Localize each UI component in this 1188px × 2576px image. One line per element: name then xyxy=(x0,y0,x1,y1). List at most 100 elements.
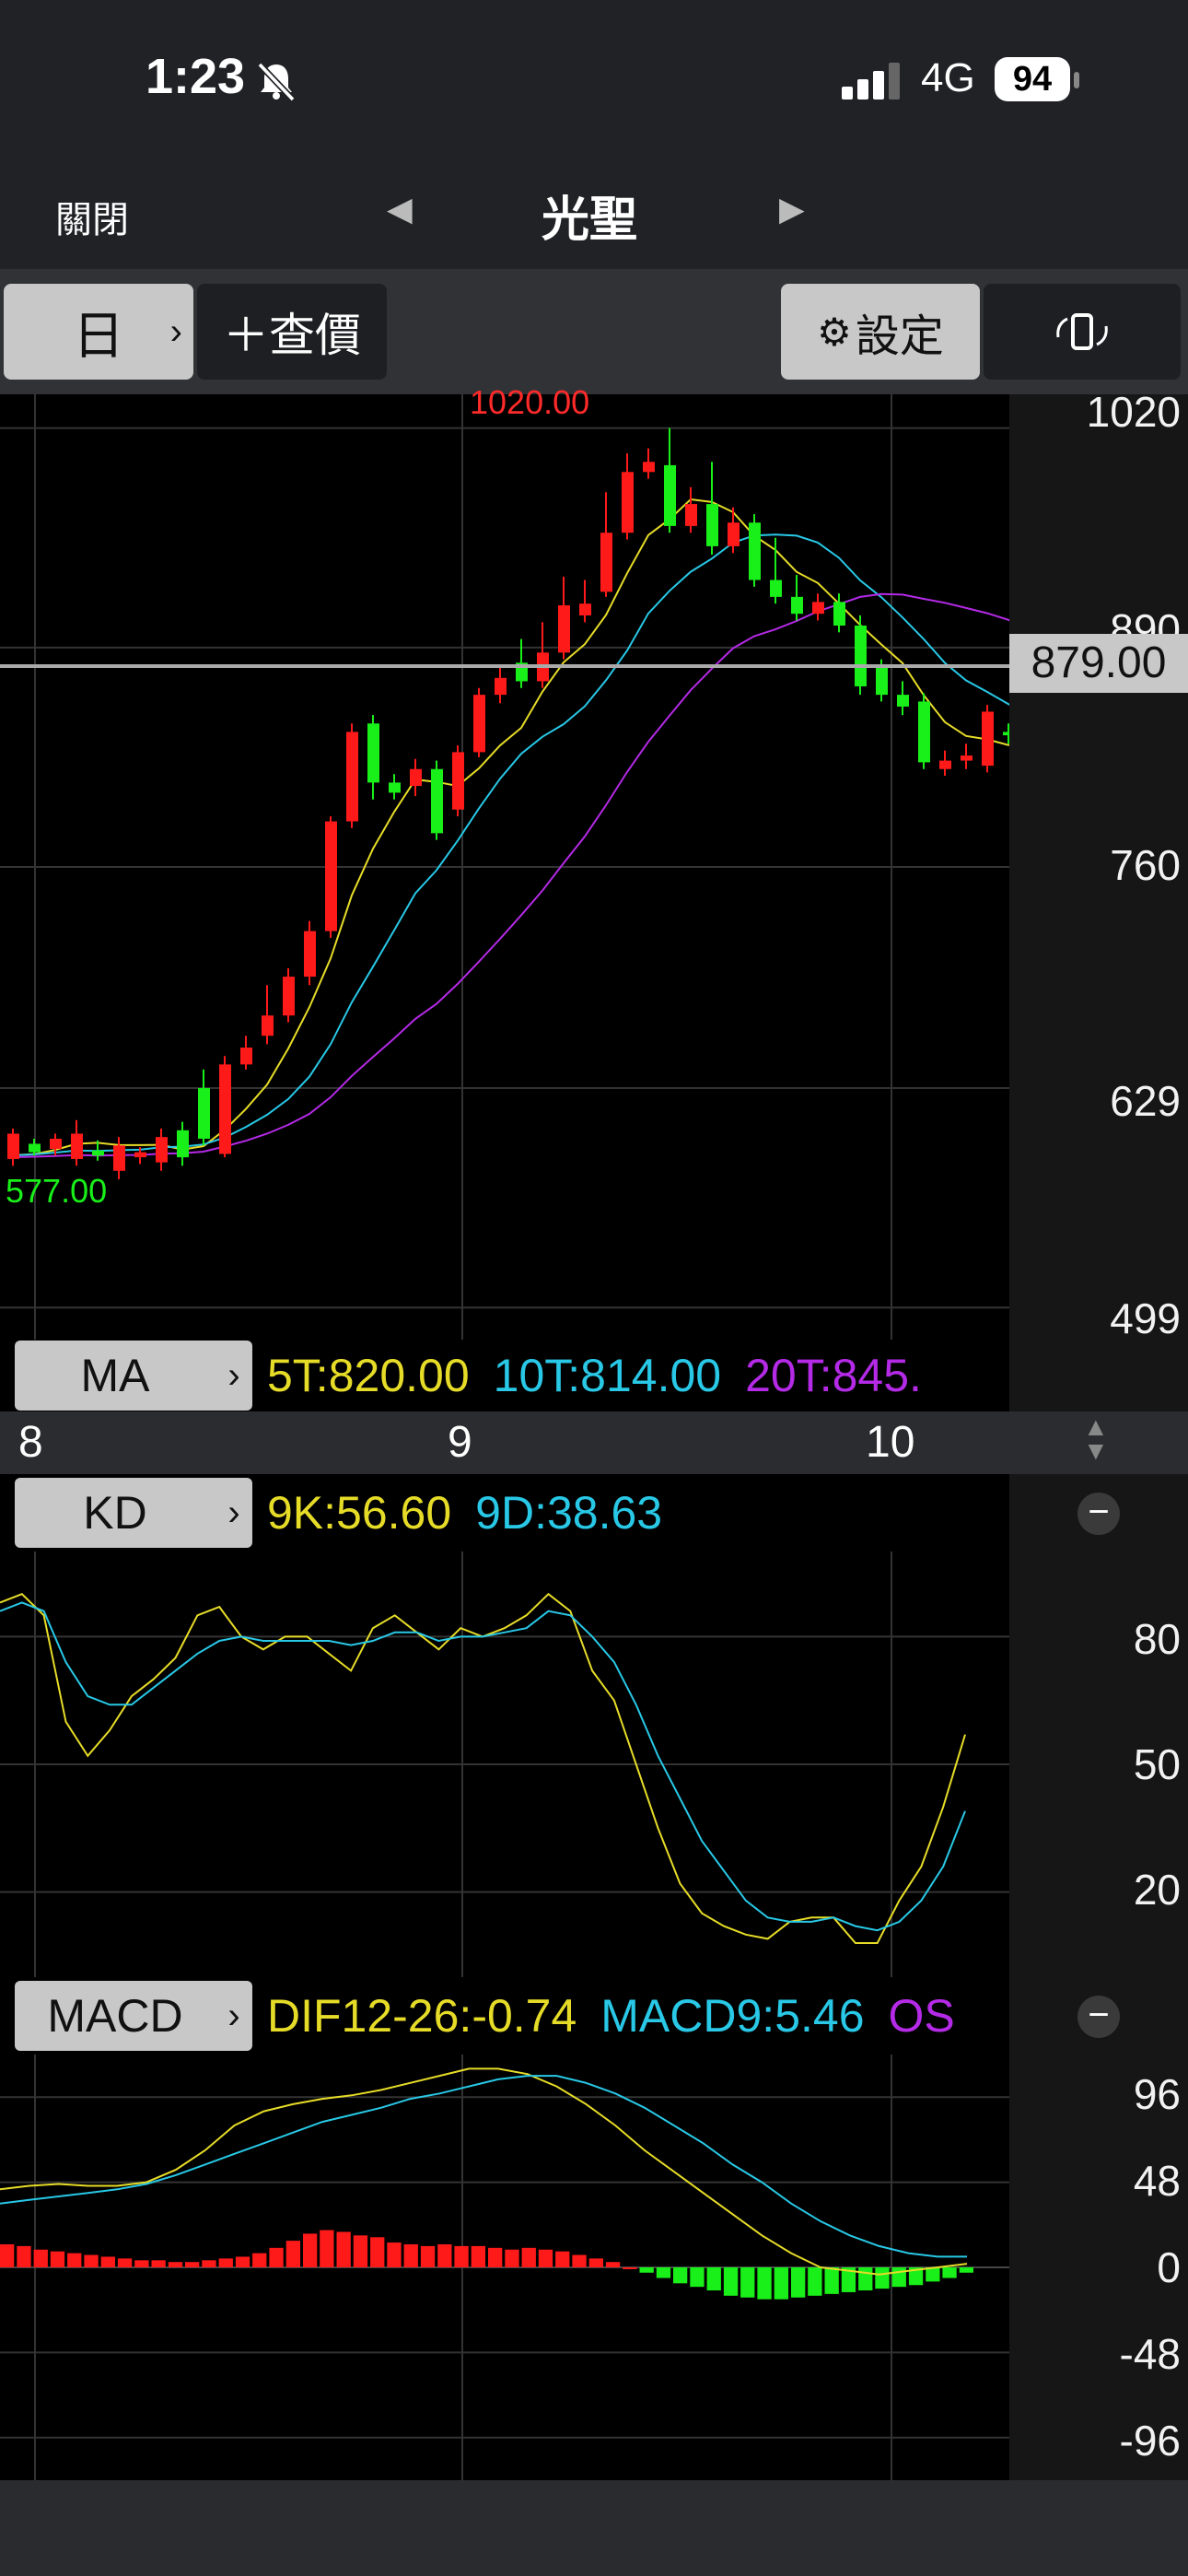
candle-body xyxy=(770,580,782,597)
price-axis-tick: 629 xyxy=(1110,1077,1181,1125)
macd-values-row: DIF12-26:-0.74 MACD9:5.46 OS xyxy=(267,1980,1009,2052)
osc-bar xyxy=(185,2262,200,2267)
macd-chart[interactable] xyxy=(0,2055,1009,2480)
current-price-tag: 879.00 xyxy=(1009,634,1188,693)
kd-collapse-button[interactable]: − xyxy=(1077,1493,1120,1535)
candle-body xyxy=(876,667,888,696)
osc-bar xyxy=(723,2267,739,2296)
macd-collapse-button[interactable]: − xyxy=(1077,1996,1120,2038)
macd-chip-label: MACD xyxy=(47,1990,183,2042)
candle-body xyxy=(791,596,803,615)
dif-line xyxy=(0,2067,968,2276)
gear-icon: ⚙ xyxy=(817,310,852,354)
rotate-phone-icon xyxy=(1056,313,1108,350)
osc-bar xyxy=(353,2235,368,2267)
chevron-right-icon: › xyxy=(169,310,182,352)
osc-bar xyxy=(336,2231,351,2267)
period-button[interactable]: 日 › xyxy=(4,284,193,380)
candle-body xyxy=(50,1138,62,1149)
osc-bar xyxy=(303,2233,318,2267)
kd-values-row: 9K:56.60 9D:38.63 xyxy=(267,1477,1009,1549)
osc-bar xyxy=(403,2243,418,2267)
candle-body xyxy=(198,1088,210,1139)
kd-d-value: 9D:38.63 xyxy=(475,1487,663,1539)
osc-bar xyxy=(100,2256,115,2267)
minus-icon: − xyxy=(1088,1995,1110,2035)
osc-bar xyxy=(808,2267,822,2296)
osc-bar xyxy=(959,2267,973,2273)
toolbar: 日 › ＋查價 ⚙ 設定 xyxy=(0,269,1188,394)
osc-bar xyxy=(67,2253,82,2267)
osc-bar xyxy=(875,2267,890,2289)
macd-indicator-button[interactable]: MACD › xyxy=(15,1981,252,2051)
candle-body xyxy=(643,462,655,473)
candle-body xyxy=(346,732,358,822)
kd-indicator-button[interactable]: KD › xyxy=(15,1478,252,1548)
osc-bar xyxy=(387,2242,402,2267)
candle-body xyxy=(833,602,845,626)
macd-axis-tick: -48 xyxy=(1119,2330,1181,2378)
candle-body xyxy=(982,711,994,767)
candle-body xyxy=(367,723,379,783)
osc-bar xyxy=(218,2258,233,2267)
rotate-screen-button[interactable] xyxy=(984,284,1181,380)
minus-icon: − xyxy=(1088,1492,1110,1532)
kd-d-line xyxy=(0,1601,966,1932)
candle-body xyxy=(622,472,634,533)
osc-bar xyxy=(639,2267,654,2273)
osc-bar xyxy=(320,2230,334,2267)
low-price-label: 577.00 xyxy=(6,1172,108,1210)
price-chart[interactable] xyxy=(0,394,1009,1340)
candle-body xyxy=(240,1048,252,1065)
ma20-value: 20T:845. xyxy=(745,1350,922,1401)
macd-dif-value: DIF12-26:-0.74 xyxy=(267,1990,577,2042)
candle-body xyxy=(495,677,507,696)
ma-indicator-button[interactable]: MA › xyxy=(15,1341,252,1411)
battery-tip xyxy=(1074,72,1079,88)
candle-body xyxy=(600,533,612,592)
signal-icon xyxy=(842,63,900,100)
bottom-bar xyxy=(0,2480,1188,2576)
query-price-button[interactable]: ＋查價 xyxy=(197,284,387,380)
candle-body xyxy=(283,977,295,1016)
kd-chip-label: KD xyxy=(83,1487,147,1539)
macd-axis-tick: 48 xyxy=(1133,2157,1181,2205)
month-label: 10 xyxy=(866,1418,915,1467)
osc-bar xyxy=(774,2267,788,2300)
chevron-right-icon: › xyxy=(227,1354,240,1396)
prev-stock-arrow-icon[interactable]: ◀ xyxy=(387,190,413,228)
candle-body xyxy=(177,1130,189,1158)
candle-body xyxy=(685,504,697,526)
osc-bar xyxy=(84,2254,99,2267)
resize-handle-icon[interactable]: ▲ ▼ xyxy=(1083,1414,1109,1464)
candle-body xyxy=(728,522,740,546)
macd-signal-line xyxy=(0,2075,967,2258)
candle-body xyxy=(812,602,824,615)
candle-body xyxy=(918,701,930,763)
candle-body xyxy=(92,1150,104,1156)
osc-bar xyxy=(740,2267,755,2298)
osc-bar xyxy=(134,2260,149,2267)
candle-body xyxy=(304,931,316,978)
kd-chart[interactable] xyxy=(0,1551,1009,1977)
osc-bar xyxy=(151,2260,166,2267)
settings-button[interactable]: ⚙ 設定 xyxy=(781,284,980,380)
close-button[interactable]: 關閉 xyxy=(55,190,129,243)
kd-k-line xyxy=(0,1592,966,1944)
period-label: 日 xyxy=(73,306,124,365)
osc-bar xyxy=(757,2267,772,2300)
next-stock-arrow-icon[interactable]: ▶ xyxy=(779,190,805,228)
osc-bar xyxy=(942,2267,957,2278)
osc-bar xyxy=(420,2245,436,2267)
ma-chip-label: MA xyxy=(80,1350,150,1401)
bell-muted-icon xyxy=(257,62,296,102)
candle-body xyxy=(706,504,718,546)
osc-bar xyxy=(673,2267,688,2284)
osc-bar xyxy=(269,2247,284,2267)
osc-bar xyxy=(605,2262,621,2267)
candle-body xyxy=(1003,732,1009,736)
osc-bar xyxy=(235,2256,250,2267)
osc-bar xyxy=(471,2245,485,2267)
candle-body xyxy=(452,752,464,810)
macd-signal-value: MACD9:5.46 xyxy=(600,1990,865,2042)
